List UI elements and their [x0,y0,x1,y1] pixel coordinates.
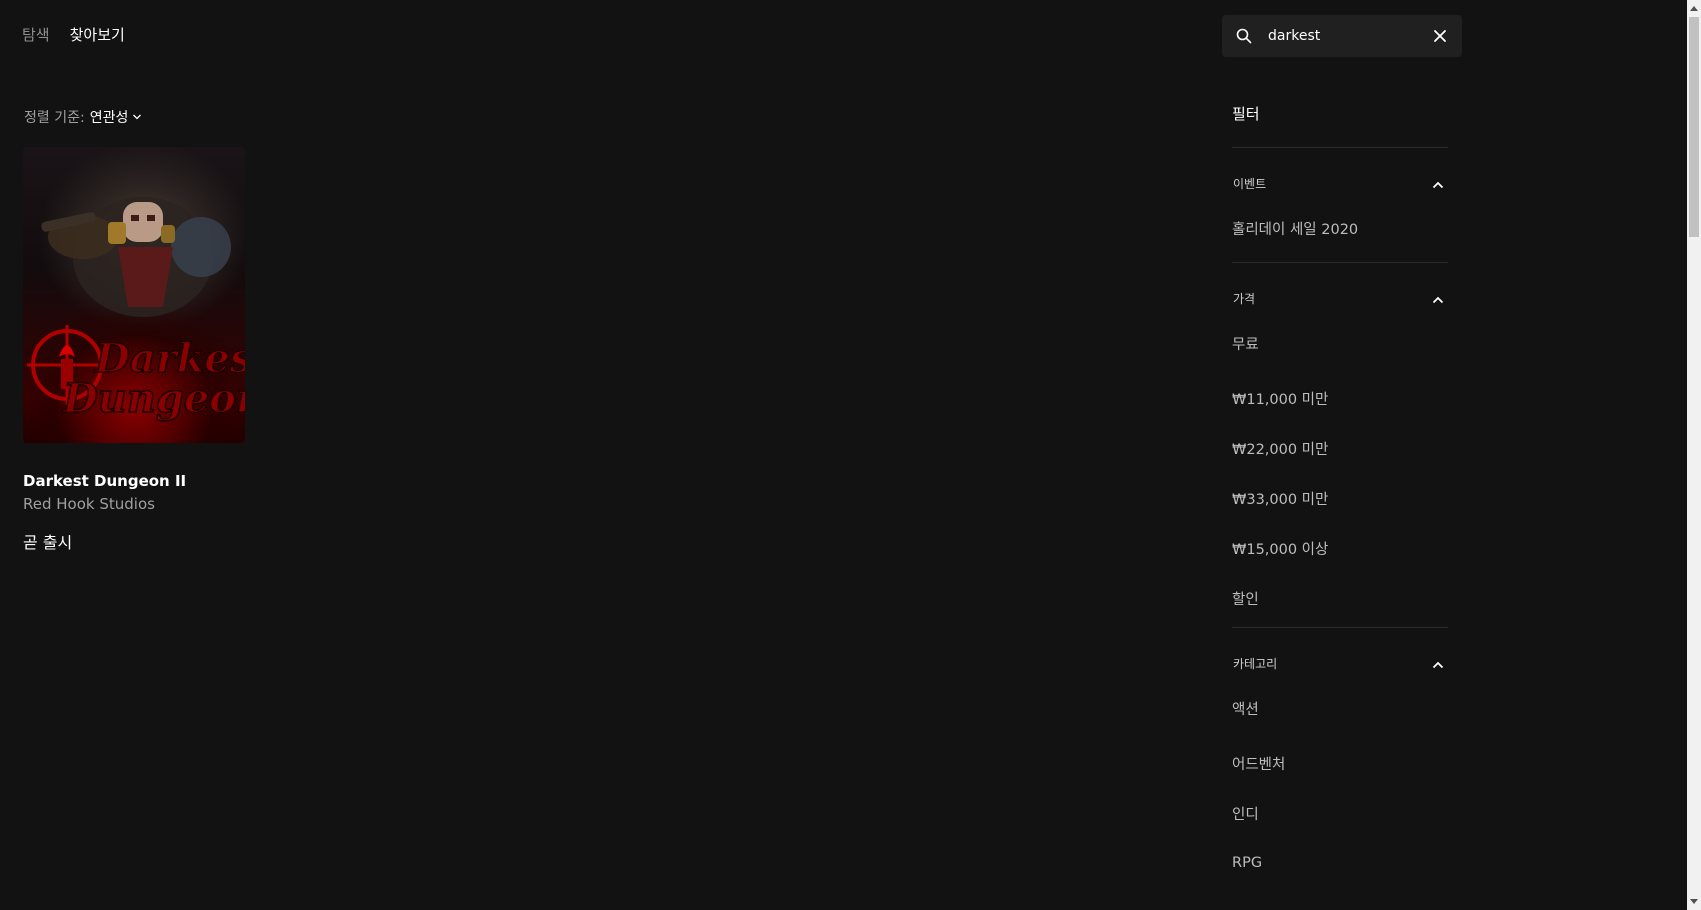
tab-discover[interactable]: 탐색 [22,24,50,45]
release-status: 곧 출시 [23,533,73,552]
filter-option[interactable]: ₩22,000 미만 [1232,423,1448,473]
filter-group-price: 무료 ₩11,000 미만 ₩22,000 미만 ₩33,000 미만 ₩15,… [1232,333,1448,627]
game-title[interactable]: Darkest Dungeon II [23,472,245,490]
filter-group-category-toggle[interactable]: 카테고리 [1232,628,1448,698]
search-input[interactable]: darkest [1268,28,1430,44]
chevron-up-icon [1432,654,1444,673]
close-icon[interactable] [1430,26,1450,46]
search-icon [1234,26,1254,46]
filter-group-label: 이벤트 [1233,176,1267,191]
chevron-up-icon [1432,174,1444,193]
filter-option[interactable]: 홀리데이 세일 2020 [1232,218,1448,258]
svg-text:Dungeon: Dungeon [62,375,245,422]
search-box[interactable]: darkest [1222,15,1462,57]
scroll-up-arrow-icon[interactable] [1687,0,1701,17]
filter-option[interactable]: 할인 [1232,573,1448,623]
filter-option[interactable]: 액션 [1232,698,1448,738]
filter-option[interactable]: ₩11,000 미만 [1232,373,1448,423]
chevron-down-icon [132,109,142,125]
sort-dropdown[interactable]: 연관성 [90,107,143,127]
sort-control: 정렬 기준: 연관성 [24,107,142,127]
chevron-up-icon [1432,289,1444,308]
filter-option[interactable]: 무료 [1232,333,1448,373]
scrollbar-thumb[interactable] [1689,17,1699,237]
game-developer: Red Hook Studios [23,495,155,513]
filter-option[interactable]: 어드벤처 [1232,738,1448,788]
sort-label: 정렬 기준: [24,110,85,126]
top-nav: 탐색 찾아보기 [22,24,125,45]
page-scrollbar[interactable] [1687,0,1701,910]
filter-option[interactable]: RPG [1232,838,1448,888]
filter-option[interactable]: ₩33,000 미만 [1232,473,1448,523]
scroll-down-arrow-icon[interactable] [1687,893,1701,910]
filter-group-category: 액션 어드벤처 인디 RPG [1232,698,1448,892]
filter-heading: 필터 [1232,105,1260,123]
game-card[interactable]: Darkest Dungeon Darkest Dungeon II Red H… [23,147,245,553]
game-cover-image: Darkest Dungeon [23,147,245,443]
filter-option[interactable]: ₩15,000 이상 [1232,523,1448,573]
tab-browse[interactable]: 찾아보기 [70,24,125,45]
filter-panel: 필터 이벤트 홀리데이 세일 2020 가격 무료 ₩11,000 미만 ₩22… [1232,103,1448,892]
filter-group-label: 카테고리 [1233,656,1278,671]
filter-group-events-toggle[interactable]: 이벤트 [1232,148,1448,218]
filter-option[interactable]: 인디 [1232,788,1448,838]
filter-group-price-toggle[interactable]: 가격 [1232,263,1448,333]
sort-value: 연관성 [89,110,129,126]
filter-group-label: 가격 [1233,291,1256,306]
filter-group-events: 홀리데이 세일 2020 [1232,218,1448,262]
